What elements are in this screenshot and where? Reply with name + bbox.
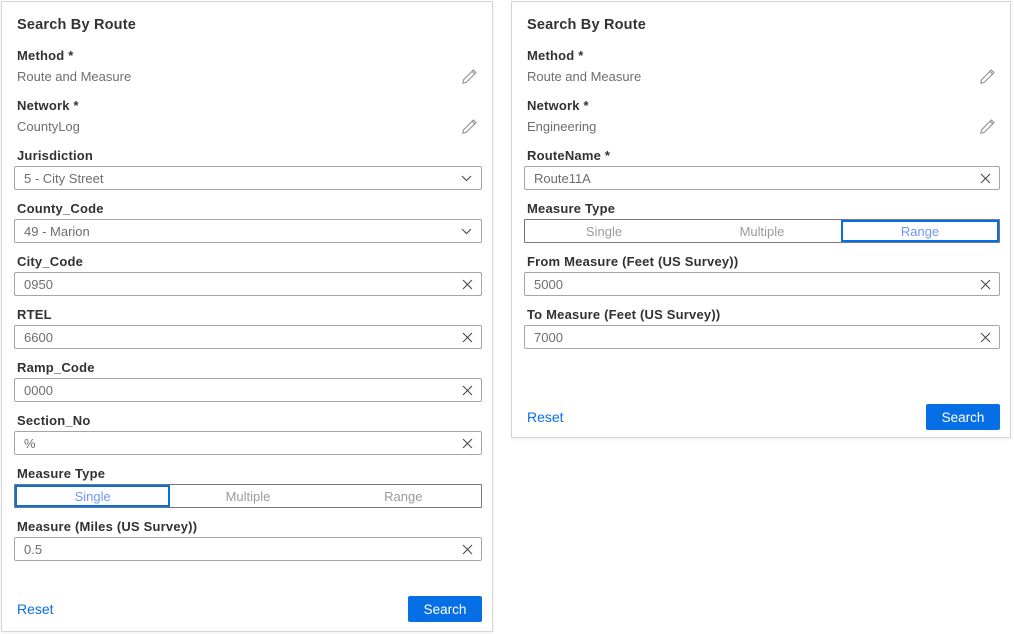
method-field: Method * Route and Measure bbox=[524, 48, 1000, 86]
search-by-route-panel-right: Search By Route Method * Route and Measu… bbox=[511, 1, 1011, 438]
clear-measure-button[interactable] bbox=[455, 538, 479, 560]
measure-field: Measure (Miles (US Survey)) bbox=[14, 519, 482, 561]
segment-multiple[interactable]: Multiple bbox=[683, 220, 841, 242]
to-measure-label: To Measure (Feet (US Survey)) bbox=[527, 307, 1000, 322]
segment-multiple[interactable]: Multiple bbox=[170, 485, 325, 507]
clear-route-name-button[interactable] bbox=[973, 167, 997, 189]
x-icon bbox=[461, 331, 474, 344]
measure-label: Measure (Miles (US Survey)) bbox=[17, 519, 482, 534]
page: Search By Route Method * Route and Measu… bbox=[0, 0, 1014, 633]
measure-type-label: Measure Type bbox=[527, 201, 1000, 216]
jurisdiction-label: Jurisdiction bbox=[17, 148, 482, 163]
route-name-field: RouteName * bbox=[524, 148, 1000, 190]
clear-to-measure-button[interactable] bbox=[973, 326, 997, 348]
segment-single[interactable]: Single bbox=[525, 220, 683, 242]
jurisdiction-select[interactable]: 5 - City Street bbox=[14, 166, 482, 190]
method-value: Route and Measure bbox=[17, 69, 131, 84]
measure-type-segmented: Single Multiple Range bbox=[14, 484, 482, 508]
network-label: Network * bbox=[527, 98, 1000, 113]
pencil-icon bbox=[979, 118, 996, 135]
segment-range[interactable]: Range bbox=[326, 485, 481, 507]
section-no-label: Section_No bbox=[17, 413, 482, 428]
panel-title: Search By Route bbox=[17, 17, 482, 33]
ramp-code-input[interactable] bbox=[15, 379, 481, 401]
reset-link[interactable]: Reset bbox=[17, 601, 54, 617]
method-value: Route and Measure bbox=[527, 69, 641, 84]
city-code-input[interactable] bbox=[15, 273, 481, 295]
x-icon bbox=[979, 331, 992, 344]
edit-method-button[interactable] bbox=[457, 68, 482, 85]
clear-from-measure-button[interactable] bbox=[973, 273, 997, 295]
county-code-selected-value: 49 - Marion bbox=[24, 224, 90, 239]
from-measure-field: From Measure (Feet (US Survey)) bbox=[524, 254, 1000, 296]
pencil-icon bbox=[979, 68, 996, 85]
panel-footer: Reset Search bbox=[14, 596, 482, 622]
method-field: Method * Route and Measure bbox=[14, 48, 482, 86]
rtel-label: RTEL bbox=[17, 307, 482, 322]
search-by-route-panel-left: Search By Route Method * Route and Measu… bbox=[1, 1, 493, 632]
jurisdiction-field: Jurisdiction 5 - City Street bbox=[14, 148, 482, 190]
network-field: Network * Engineering bbox=[524, 98, 1000, 136]
from-measure-label: From Measure (Feet (US Survey)) bbox=[527, 254, 1000, 269]
network-value: CountyLog bbox=[17, 119, 80, 134]
to-measure-field: To Measure (Feet (US Survey)) bbox=[524, 307, 1000, 349]
network-label: Network * bbox=[17, 98, 482, 113]
x-icon bbox=[979, 172, 992, 185]
county-code-select[interactable]: 49 - Marion bbox=[14, 219, 482, 243]
segment-single[interactable]: Single bbox=[15, 485, 170, 507]
chevron-down-icon bbox=[461, 175, 472, 182]
clear-rtel-button[interactable] bbox=[455, 326, 479, 348]
section-no-input[interactable] bbox=[15, 432, 481, 454]
city-code-label: City_Code bbox=[17, 254, 482, 269]
ramp-code-label: Ramp_Code bbox=[17, 360, 482, 375]
route-name-label: RouteName * bbox=[527, 148, 1000, 163]
panel-footer: Reset Search bbox=[524, 404, 1000, 430]
x-icon bbox=[979, 278, 992, 291]
method-label: Method * bbox=[527, 48, 1000, 63]
county-code-label: County_Code bbox=[17, 201, 482, 216]
panel-title: Search By Route bbox=[527, 17, 1000, 33]
pencil-icon bbox=[461, 118, 478, 135]
reset-link[interactable]: Reset bbox=[527, 409, 564, 425]
edit-method-button[interactable] bbox=[975, 68, 1000, 85]
measure-input[interactable] bbox=[15, 538, 481, 560]
ramp-code-field: Ramp_Code bbox=[14, 360, 482, 402]
x-icon bbox=[461, 384, 474, 397]
edit-network-button[interactable] bbox=[457, 118, 482, 135]
x-icon bbox=[461, 543, 474, 556]
route-name-input[interactable] bbox=[525, 167, 999, 189]
method-label: Method * bbox=[17, 48, 482, 63]
jurisdiction-selected-value: 5 - City Street bbox=[24, 171, 103, 186]
to-measure-input[interactable] bbox=[525, 326, 999, 348]
search-button[interactable]: Search bbox=[926, 404, 1000, 430]
county-code-field: County_Code 49 - Marion bbox=[14, 201, 482, 243]
rtel-input[interactable] bbox=[15, 326, 481, 348]
x-icon bbox=[461, 278, 474, 291]
measure-type-segmented: Single Multiple Range bbox=[524, 219, 1000, 243]
segment-range[interactable]: Range bbox=[841, 220, 999, 242]
city-code-field: City_Code bbox=[14, 254, 482, 296]
clear-ramp-code-button[interactable] bbox=[455, 379, 479, 401]
network-value: Engineering bbox=[527, 119, 596, 134]
clear-section-no-button[interactable] bbox=[455, 432, 479, 454]
pencil-icon bbox=[461, 68, 478, 85]
measure-type-field: Measure Type Single Multiple Range bbox=[524, 201, 1000, 243]
network-field: Network * CountyLog bbox=[14, 98, 482, 136]
x-icon bbox=[461, 437, 474, 450]
clear-city-code-button[interactable] bbox=[455, 273, 479, 295]
rtel-field: RTEL bbox=[14, 307, 482, 349]
section-no-field: Section_No bbox=[14, 413, 482, 455]
from-measure-input[interactable] bbox=[525, 273, 999, 295]
search-button[interactable]: Search bbox=[408, 596, 482, 622]
chevron-down-icon bbox=[461, 228, 472, 235]
measure-type-label: Measure Type bbox=[17, 466, 482, 481]
measure-type-field: Measure Type Single Multiple Range bbox=[14, 466, 482, 508]
edit-network-button[interactable] bbox=[975, 118, 1000, 135]
